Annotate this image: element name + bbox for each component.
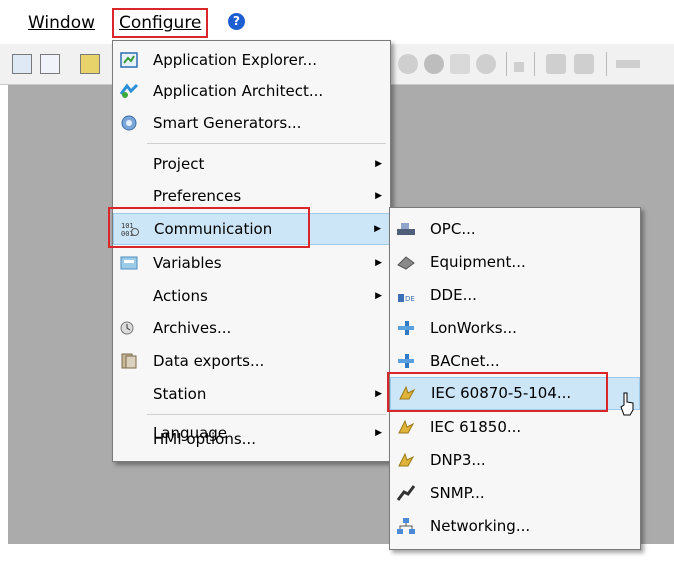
toolbar-cube-icon[interactable] (450, 54, 470, 74)
menu-configure[interactable]: Configure (112, 8, 209, 38)
menu-item-label: Data exports... (153, 352, 265, 370)
menu-item-label: Actions (153, 287, 208, 305)
submenu-item-dde[interactable]: DE DDE... (390, 280, 640, 310)
data-exports-icon (121, 353, 137, 369)
snmp-icon (396, 485, 416, 501)
toolbar-wireframe-icon[interactable] (476, 54, 496, 74)
submenu-item-label: SNMP... (430, 484, 485, 502)
configure-menu: Application Explorer... Application Arch… (112, 40, 391, 462)
toolbar-gauge-icon[interactable] (40, 54, 60, 74)
networking-icon (397, 518, 415, 534)
submenu-arrow-icon: ▶ (374, 224, 381, 234)
menu-item-hmi-options[interactable]: HMI options... (113, 424, 390, 454)
submenu-arrow-icon: ▶ (375, 291, 382, 301)
dnp3-icon (398, 452, 415, 467)
menu-item-label: Application Explorer... (153, 51, 317, 69)
submenu-item-label: DDE... (430, 286, 477, 304)
iec-61850-icon (398, 419, 415, 434)
menu-configure-label: Configure (119, 13, 202, 33)
submenu-arrow-icon: ▶ (375, 258, 382, 268)
toolbar-dropdown-icon[interactable] (514, 62, 524, 72)
menu-item-label: Station (153, 385, 207, 403)
menu-item-application-architect[interactable]: Application Architect... (113, 76, 390, 106)
menu-item-actions[interactable]: Actions ▶ (113, 281, 390, 311)
submenu-item-label: Equipment... (430, 253, 526, 271)
svg-text:DE: DE (405, 295, 415, 303)
lonworks-icon (398, 321, 414, 335)
menu-separator (147, 414, 386, 415)
menu-item-label: Archives... (153, 319, 232, 337)
submenu-item-snmp[interactable]: SNMP... (390, 478, 640, 508)
menu-item-station[interactable]: Station ▶ (113, 379, 390, 409)
submenu-arrow-icon: ▶ (375, 159, 382, 169)
toolbar-separator (534, 52, 535, 76)
submenu-arrow-icon: ▶ (375, 191, 382, 201)
application-architect-icon (119, 83, 139, 98)
menu-item-archives[interactable]: Archives... (113, 313, 390, 343)
dde-icon: DE (398, 294, 415, 303)
submenu-item-label: Networking... (430, 517, 531, 535)
menu-item-application-explorer[interactable]: Application Explorer... (113, 45, 390, 75)
iec-60870-highlight-box (387, 372, 608, 412)
submenu-item-dnp3[interactable]: DNP3... (390, 445, 640, 475)
toolbar-link-icon[interactable] (546, 54, 566, 74)
opc-icon (397, 223, 415, 235)
communication-highlight-box (108, 207, 310, 248)
menu-item-smart-generators[interactable]: Smart Generators... (113, 108, 390, 138)
menu-item-label: Project (153, 155, 205, 173)
toolbar-window-icon[interactable] (12, 54, 32, 74)
menu-item-variables[interactable]: Variables ▶ (113, 248, 390, 278)
submenu-item-label: OPC... (430, 220, 476, 238)
submenu-item-iec-61850[interactable]: IEC 61850... (390, 412, 640, 442)
submenu-item-opc[interactable]: OPC... (390, 214, 640, 244)
help-icon[interactable]: ? (228, 13, 245, 30)
submenu-item-lonworks[interactable]: LonWorks... (390, 313, 640, 343)
submenu-item-equipment[interactable]: Equipment... (390, 247, 640, 277)
equipment-icon (397, 256, 415, 270)
archives-icon (120, 321, 134, 335)
bacnet-icon (398, 354, 414, 368)
toolbar-paint-icon[interactable] (80, 54, 100, 74)
toolbar-globe-icon[interactable] (398, 54, 418, 74)
menu-separator (147, 143, 386, 144)
submenu-item-label: IEC 61850... (430, 418, 522, 436)
menu-item-label: Application Architect... (153, 82, 324, 100)
submenu-item-label: DNP3... (430, 451, 486, 469)
menu-item-label: Smart Generators... (153, 114, 302, 132)
toolbar-separator (506, 52, 507, 76)
menu-item-project[interactable]: Project ▶ (113, 149, 390, 179)
smart-generators-icon (121, 115, 137, 131)
mouse-cursor-icon (620, 392, 634, 416)
menu-window-label: Window (28, 13, 96, 33)
toolbar-separator (606, 52, 607, 76)
application-explorer-icon (120, 52, 138, 68)
menu-item-data-exports[interactable]: Data exports... (113, 346, 390, 376)
submenu-item-label: LonWorks... (430, 319, 517, 337)
toolbar-bar-icon[interactable] (616, 60, 640, 68)
application-window: Window Configure ? Application Explorer.… (0, 0, 674, 571)
toolbar-sphere-icon[interactable] (424, 54, 444, 74)
menu-bar: Window Configure ? (0, 0, 674, 40)
submenu-item-networking[interactable]: Networking... (390, 511, 640, 541)
toolbar-gear-link-icon[interactable] (574, 54, 594, 74)
submenu-arrow-icon: ▶ (375, 389, 382, 399)
menu-item-label: Variables (153, 254, 222, 272)
menu-window[interactable]: Window (24, 10, 99, 36)
menu-item-label: HMI options... (153, 430, 256, 448)
variables-icon (120, 256, 138, 270)
